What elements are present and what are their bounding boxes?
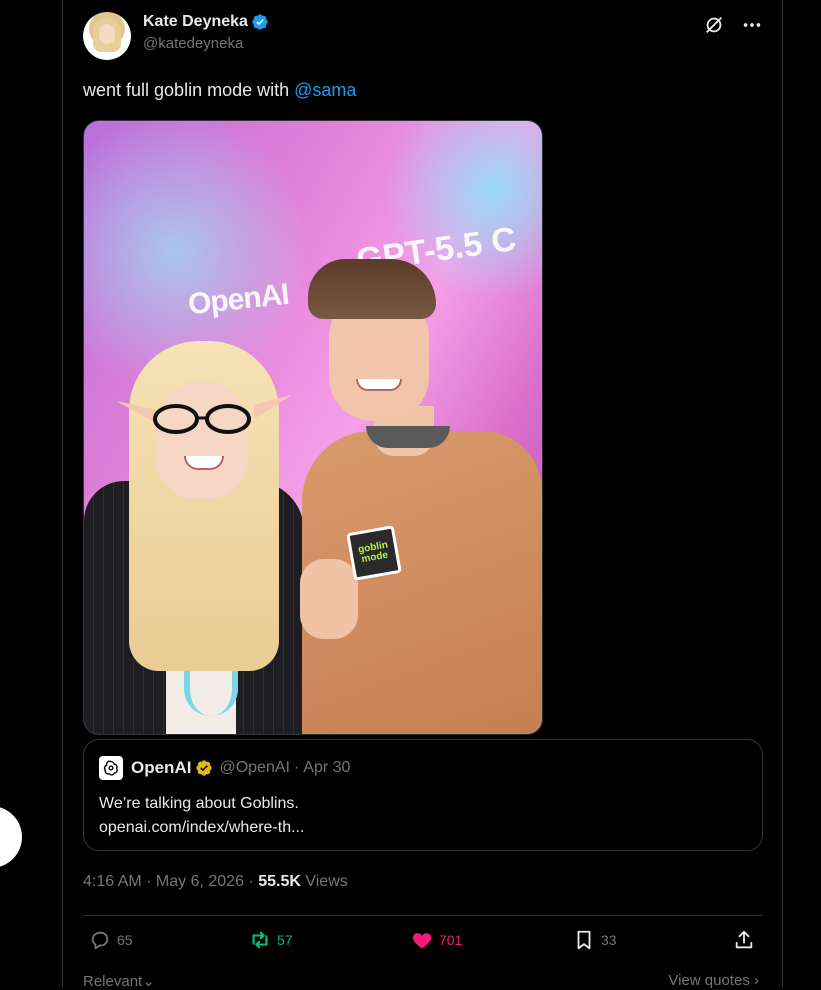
author-handle[interactable]: @katedeyneka [143,35,269,52]
sort-dropdown[interactable]: Relevant⌄ [83,972,155,990]
tweet-actions: 65 57 701 33 [89,929,759,959]
mention-link[interactable]: @sama [294,80,356,100]
author-display-name[interactable]: Kate Deyneka [143,13,248,31]
quoted-tweet-body: We’re talking about Goblins. openai.com/… [99,792,304,840]
goblin-mode-sticker: goblin mode [346,525,402,581]
photo-glasses [153,404,251,434]
quoted-tweet[interactable]: OpenAI @OpenAI · Apr 30 We’re talking ab… [83,739,763,851]
repost-count: 57 [277,932,293,948]
verified-badge-icon [196,760,213,776]
column-border-left [62,0,63,987]
photo-man-hair [308,259,436,319]
photo-man-collar [366,426,450,448]
quoted-separator: · [293,759,300,776]
openai-logo-icon [99,756,123,780]
quoted-tweet-link[interactable]: openai.com/index/where-th... [99,816,304,840]
sort-label: Relevant [83,973,143,990]
author-block: Kate Deyneka @katedeyneka [143,13,269,52]
like-count: 701 [439,932,463,948]
share-icon [735,930,753,949]
bookmark-button[interactable]: 33 [573,929,617,951]
repost-button[interactable]: 57 [249,929,293,951]
timestamp-text[interactable]: 4:16 AM · May 6, 2026 · [83,873,258,890]
column-border-right [782,0,783,987]
quoted-tweet-header: OpenAI @OpenAI · Apr 30 [99,756,350,780]
avatar-face [99,24,115,44]
reply-count: 65 [117,932,133,948]
verified-badge-icon [252,14,268,30]
share-button[interactable] [733,929,755,951]
divider [83,915,763,916]
like-icon [412,933,432,949]
photo-man-hand [300,559,358,639]
author-name-row[interactable]: Kate Deyneka [143,13,269,31]
tweet-timestamp: 4:16 AM · May 6, 2026 · 55.5K Views [83,873,348,891]
quoted-author-name: OpenAI [131,758,192,777]
like-button[interactable]: 701 [411,929,462,951]
views-label: Views [300,873,348,890]
quoted-tweet-text: We’re talking about Goblins. [99,795,299,812]
tweet-text-body: went full goblin mode with [83,80,295,100]
quoted-date: Apr 30 [303,759,351,776]
quoted-author-handle: @OpenAI [219,759,290,776]
tweet-top-actions [703,14,763,36]
left-edge-button[interactable] [0,806,22,868]
repost-icon [252,931,268,949]
reply-button[interactable]: 65 [89,929,133,951]
tweet-text: went full goblin mode with @sama [83,80,356,101]
view-quotes-link[interactable]: View quotes › [668,972,759,989]
view-quotes-label: View quotes [668,972,750,989]
grok-icon[interactable] [703,14,725,36]
bookmark-count: 33 [601,932,617,948]
photo-man-smile [356,379,402,391]
bookmark-icon [577,930,591,950]
photo-woman-face [156,381,248,499]
chevron-right-icon: › [754,972,759,989]
avatar[interactable] [83,12,131,60]
views-count: 55.5K [258,873,301,890]
more-icon[interactable] [741,14,763,36]
tweet-photo[interactable]: OpenAI GPT-5.5 C goblin mode [83,120,543,735]
reply-icon [91,931,109,950]
chevron-down-icon: ⌄ [142,973,155,990]
